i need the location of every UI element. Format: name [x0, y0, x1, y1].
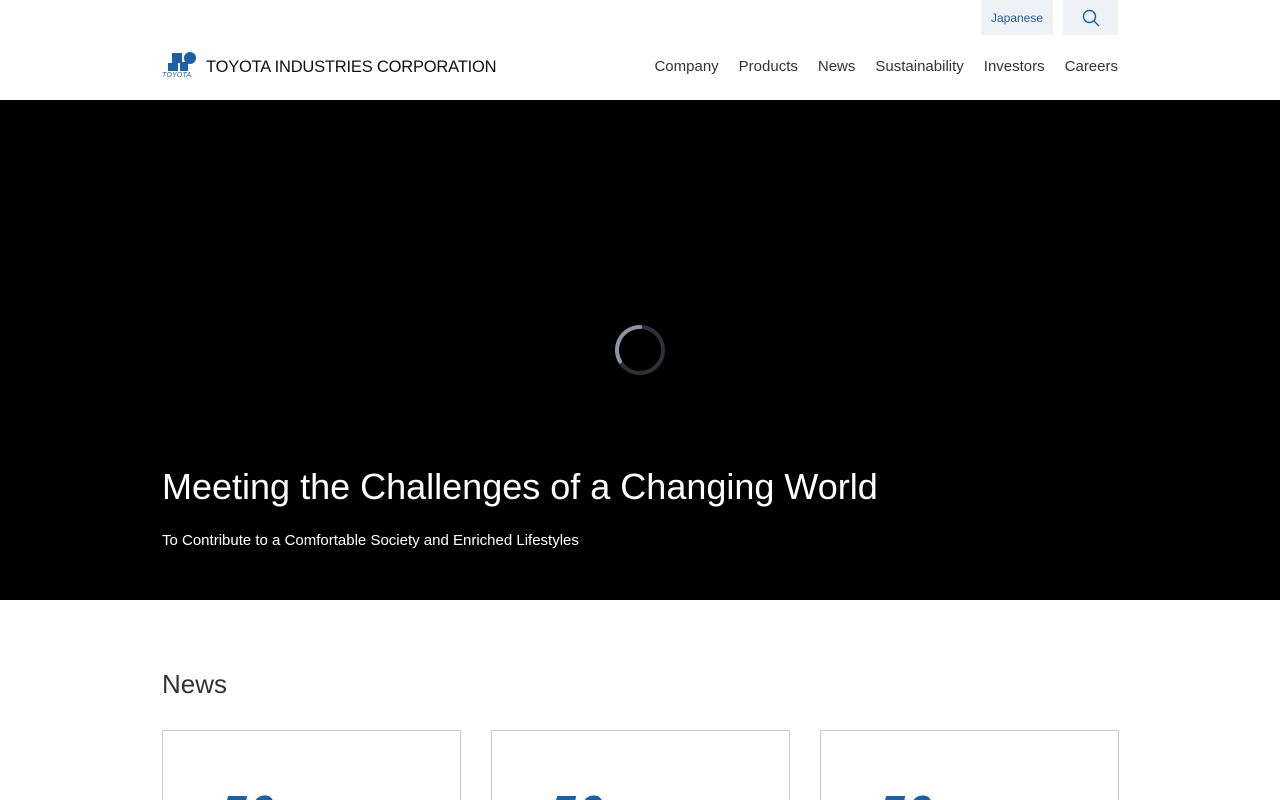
news-card[interactable]: 50 — [491, 730, 790, 800]
news-card-graphic: 50 — [221, 789, 276, 800]
logo-text: TOYOTA INDUSTRIES CORPORATION — [206, 57, 497, 76]
news-section: News 50 50 50 — [0, 600, 1280, 800]
hero-title: Meeting the Challenges of a Changing Wor… — [162, 466, 878, 507]
news-heading: News — [162, 669, 228, 699]
language-button[interactable]: Japanese — [981, 0, 1053, 35]
news-card[interactable]: 50 — [162, 730, 461, 800]
nav-item-sustainability[interactable]: Sustainability — [875, 58, 963, 75]
nav-item-products[interactable]: Products — [739, 58, 798, 75]
logo-mark-text: TOYOTA — [162, 72, 192, 79]
hero-subtitle: To Contribute to a Comfortable Society a… — [162, 532, 579, 549]
nav-item-news[interactable]: News — [818, 58, 856, 75]
news-card[interactable]: 50 — [820, 730, 1119, 800]
main-nav: Company Products News Sustainability Inv… — [654, 58, 1118, 75]
news-card-graphic: 50 — [550, 789, 605, 800]
nav-item-careers[interactable]: Careers — [1065, 58, 1118, 75]
nav-item-company[interactable]: Company — [654, 58, 718, 75]
utility-bar: Japanese — [981, 0, 1118, 35]
search-button[interactable] — [1063, 0, 1118, 35]
site-logo[interactable]: TOYOTA TOYOTA INDUSTRIES CORPORATION — [162, 52, 497, 82]
hero-banner: Meeting the Challenges of a Changing Wor… — [0, 100, 1280, 600]
search-icon — [1082, 9, 1099, 26]
nav-item-investors[interactable]: Investors — [984, 58, 1045, 75]
site-header: Japanese TOYOTA TOYOTA INDUSTRIES CORPOR… — [0, 0, 1280, 100]
logo-mark-icon: TOYOTA — [162, 52, 198, 82]
news-card-graphic: 50 — [879, 789, 934, 800]
loading-spinner-icon — [615, 325, 665, 375]
news-card-list: 50 50 50 — [162, 730, 1119, 800]
